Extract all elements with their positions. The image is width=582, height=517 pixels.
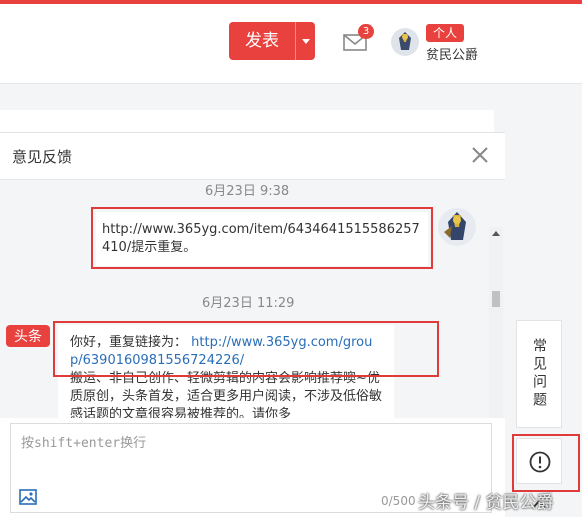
publish-dropdown-button[interactable] bbox=[295, 22, 315, 60]
message-timestamp: 6月23日 11:29 bbox=[202, 296, 295, 311]
mail-unread-badge: 3 bbox=[358, 24, 374, 39]
close-icon[interactable] bbox=[470, 145, 490, 165]
toutiao-logo-icon: 头条 bbox=[6, 325, 50, 347]
scroll-up-arrow-icon[interactable] bbox=[492, 231, 500, 236]
sender-avatar bbox=[438, 208, 476, 246]
user-avatar[interactable] bbox=[391, 28, 419, 56]
image-icon[interactable] bbox=[19, 489, 37, 505]
publish-button[interactable]: 发表 bbox=[229, 22, 315, 60]
feedback-panel: 意见反馈 6月23日 9:38 http://www.365yg.com/ite… bbox=[0, 132, 505, 517]
chat-scrollbar[interactable] bbox=[489, 227, 503, 418]
publish-button-label[interactable]: 发表 bbox=[229, 22, 295, 60]
toutiao-logo-text: 头条 bbox=[14, 328, 42, 345]
faq-tab-label: 常见问题 bbox=[531, 338, 547, 410]
watermark-text: 头条号 / 贫民公爵 bbox=[418, 493, 554, 513]
scroll-thumb[interactable] bbox=[492, 291, 500, 307]
message-text: 搬运、非自己创作、轻微剪辑的内容会影响推荐噢~优质原创，头条首发，适合更多用户阅… bbox=[70, 371, 383, 418]
faq-tab[interactable]: 常见问题 bbox=[516, 320, 562, 428]
caret-down-icon bbox=[301, 38, 310, 44]
highlight-box bbox=[512, 434, 580, 492]
highlight-box bbox=[53, 321, 439, 377]
panel-title: 意见反馈 bbox=[12, 148, 73, 166]
user-name[interactable]: 贫民公爵 bbox=[426, 44, 478, 63]
character-counter: 0/500 bbox=[381, 494, 416, 508]
message-input[interactable] bbox=[21, 432, 481, 482]
chat-history[interactable]: 6月23日 9:38 http://www.365yg.com/item/643… bbox=[0, 180, 505, 418]
top-header: 发表 3 个人 贫民公爵 bbox=[0, 4, 582, 84]
highlight-box bbox=[91, 207, 433, 269]
account-type-badge: 个人 bbox=[426, 24, 465, 42]
message-timestamp: 6月23日 9:38 bbox=[205, 184, 290, 199]
